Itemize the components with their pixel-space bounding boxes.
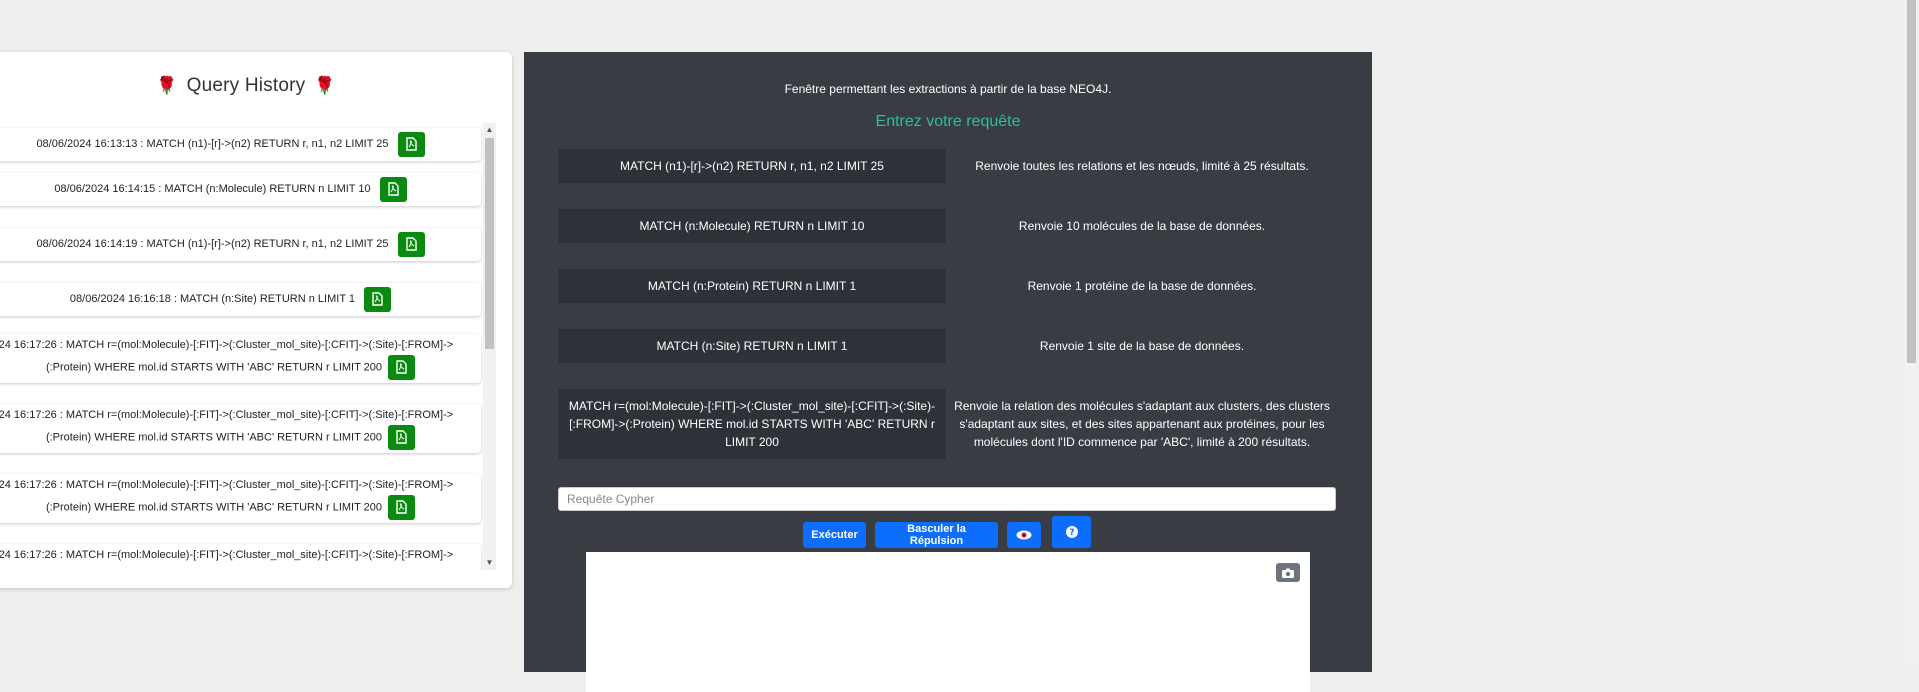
help-button[interactable]: ? <box>1052 516 1091 548</box>
cypher-query-input[interactable] <box>558 487 1336 511</box>
example-query[interactable]: MATCH (n1)-[r]->(n2) RETURN r, n1, n2 LI… <box>558 149 946 183</box>
history-item-text: 08/06/2024 16:17:26 : MATCH r=(mol:Molec… <box>0 549 454 561</box>
rose-icon: 🌹 <box>156 76 178 95</box>
pdf-export-button[interactable] <box>388 425 416 450</box>
pdf-icon <box>405 136 417 151</box>
example-description-text: Renvoie 10 molécules de la base de donné… <box>1018 219 1266 233</box>
example-description: Renvoie 1 protéine de la base de données… <box>952 269 1332 303</box>
pdf-icon <box>396 360 407 374</box>
example-description-text: Renvoie la relation des molécules s'adap… <box>954 399 1330 449</box>
example-description: Renvoie 1 site de la base de données. <box>952 329 1332 363</box>
example-description: Renvoie toutes les relations et les nœud… <box>952 149 1332 183</box>
example-query[interactable]: MATCH (n:Site) RETURN n LIMIT 1 <box>558 329 946 363</box>
pdf-export-button[interactable] <box>379 176 407 202</box>
pdf-icon <box>405 236 417 251</box>
history-item-text: (:Protein) WHERE mol.id STARTS WITH 'ABC… <box>45 501 383 514</box>
example-query-text: MATCH (n:Protein) RETURN n LIMIT 1 <box>647 279 857 293</box>
example-query[interactable]: MATCH (n:Protein) RETURN n LIMIT 1 <box>558 269 946 303</box>
example-description-text: Renvoie toutes les relations et les nœud… <box>975 159 1309 173</box>
example-description-text: Renvoie 1 protéine de la base de données… <box>1027 279 1257 293</box>
history-item[interactable]: 08/06/2024 16:13:13 : MATCH (n1)-[r]->(n… <box>0 128 481 161</box>
history-item[interactable]: 08/06/2024 16:17:26 : MATCH r=(mol:Molec… <box>0 334 481 383</box>
scroll-up-arrow-icon[interactable]: ▲ <box>483 123 496 137</box>
pdf-icon <box>387 181 399 196</box>
rose-icon: 🌹 <box>314 76 336 95</box>
history-item-text: 08/06/2024 16:14:15 : MATCH (n:Molecule)… <box>54 183 371 195</box>
history-item[interactable]: 08/06/2024 16:17:26 : MATCH r=(mol:Molec… <box>0 404 481 453</box>
history-item[interactable]: 08/06/2024 16:17:26 : MATCH r=(mol:Molec… <box>0 544 481 570</box>
eye-icon <box>1016 530 1032 540</box>
history-item[interactable]: 08/06/2024 16:14:19 : MATCH (n1)-[r]->(n… <box>0 228 481 261</box>
history-item[interactable]: 08/06/2024 16:16:18 : MATCH (n:Site) RET… <box>0 283 481 316</box>
example-description: Renvoie 10 molécules de la base de donné… <box>952 209 1332 243</box>
pdf-export-button[interactable] <box>397 131 425 157</box>
execute-button[interactable]: Exécuter <box>803 522 866 548</box>
example-description: Renvoie la relation des molécules s'adap… <box>952 389 1332 459</box>
history-item-text: 08/06/2024 16:14:19 : MATCH (n1)-[r]->(n… <box>36 238 389 250</box>
question-icon: ? <box>1065 526 1078 538</box>
history-title: 🌹 Query History 🌹 <box>0 75 512 97</box>
page-scroll-thumb[interactable] <box>1907 0 1916 363</box>
query-prompt-heading: Entrez votre requête <box>875 113 1021 130</box>
example-query-text: MATCH (n1)-[r]->(n2) RETURN r, n1, n2 LI… <box>620 159 884 173</box>
query-history-panel: 🌹 Query History 🌹 08/06/2024 16:13:13 : MA… <box>0 52 512 588</box>
page-scrollbar[interactable] <box>1904 0 1919 663</box>
history-item-text: (:Protein) WHERE mol.id STARTS WITH 'ABC… <box>45 361 383 374</box>
history-item-text: (:Protein) WHERE mol.id STARTS WITH 'ABC… <box>45 431 383 444</box>
pdf-icon <box>396 500 407 514</box>
history-item[interactable]: 08/06/2024 16:14:15 : MATCH (n:Molecule)… <box>0 173 481 206</box>
example-query[interactable]: MATCH r=(mol:Molecule)-[:FIT]->(:Cluster… <box>558 389 946 459</box>
pdf-icon <box>396 430 407 444</box>
screenshot-button[interactable] <box>1276 563 1300 582</box>
pdf-export-button[interactable] <box>388 355 416 380</box>
history-item-text: 08/06/2024 16:17:26 : MATCH r=(mol:Molec… <box>0 409 454 421</box>
example-query-text: MATCH (n:Molecule) RETURN n LIMIT 10 <box>639 219 865 233</box>
example-description-text: Renvoie 1 site de la base de données. <box>1039 339 1245 353</box>
history-item[interactable]: 08/06/2024 16:17:26 : MATCH r=(mol:Molec… <box>0 474 481 523</box>
toggle-repulsion-button[interactable]: Basculer la Répulsion <box>875 522 998 548</box>
toggle-visibility-button[interactable] <box>1007 522 1041 548</box>
pdf-icon <box>372 291 383 306</box>
history-scrollbar[interactable]: ▲ ▼ <box>483 123 496 570</box>
camera-icon <box>1282 568 1294 578</box>
history-list[interactable]: 08/06/2024 16:13:13 : MATCH (n1)-[r]->(n… <box>0 123 488 570</box>
svg-text:?: ? <box>1069 528 1074 538</box>
history-item-text: 08/06/2024 16:16:18 : MATCH (n:Site) RET… <box>69 293 356 305</box>
pdf-export-button[interactable] <box>364 286 392 312</box>
example-query-text: MATCH (n:Site) RETURN n LIMIT 1 <box>656 339 848 353</box>
graph-visualization-area[interactable] <box>586 552 1310 692</box>
history-scroll-thumb[interactable] <box>485 138 494 349</box>
pdf-export-button[interactable] <box>397 231 425 257</box>
intro-text: Fenêtre permettant les extractions à par… <box>784 82 1112 96</box>
history-item-text: 08/06/2024 16:13:13 : MATCH (n1)-[r]->(n… <box>36 138 389 150</box>
pdf-export-button[interactable] <box>388 495 416 520</box>
query-panel: Fenêtre permettant les extractions à par… <box>524 52 1372 692</box>
scroll-down-arrow-icon[interactable]: ▼ <box>483 556 496 570</box>
example-query-text: MATCH r=(mol:Molecule)-[:FIT]->(:Cluster… <box>568 399 936 449</box>
example-query[interactable]: MATCH (n:Molecule) RETURN n LIMIT 10 <box>558 209 946 243</box>
history-title-text: Query History <box>186 75 306 96</box>
history-item-text: 08/06/2024 16:17:26 : MATCH r=(mol:Molec… <box>0 479 454 491</box>
history-item-text: 08/06/2024 16:17:26 : MATCH r=(mol:Molec… <box>0 339 454 351</box>
